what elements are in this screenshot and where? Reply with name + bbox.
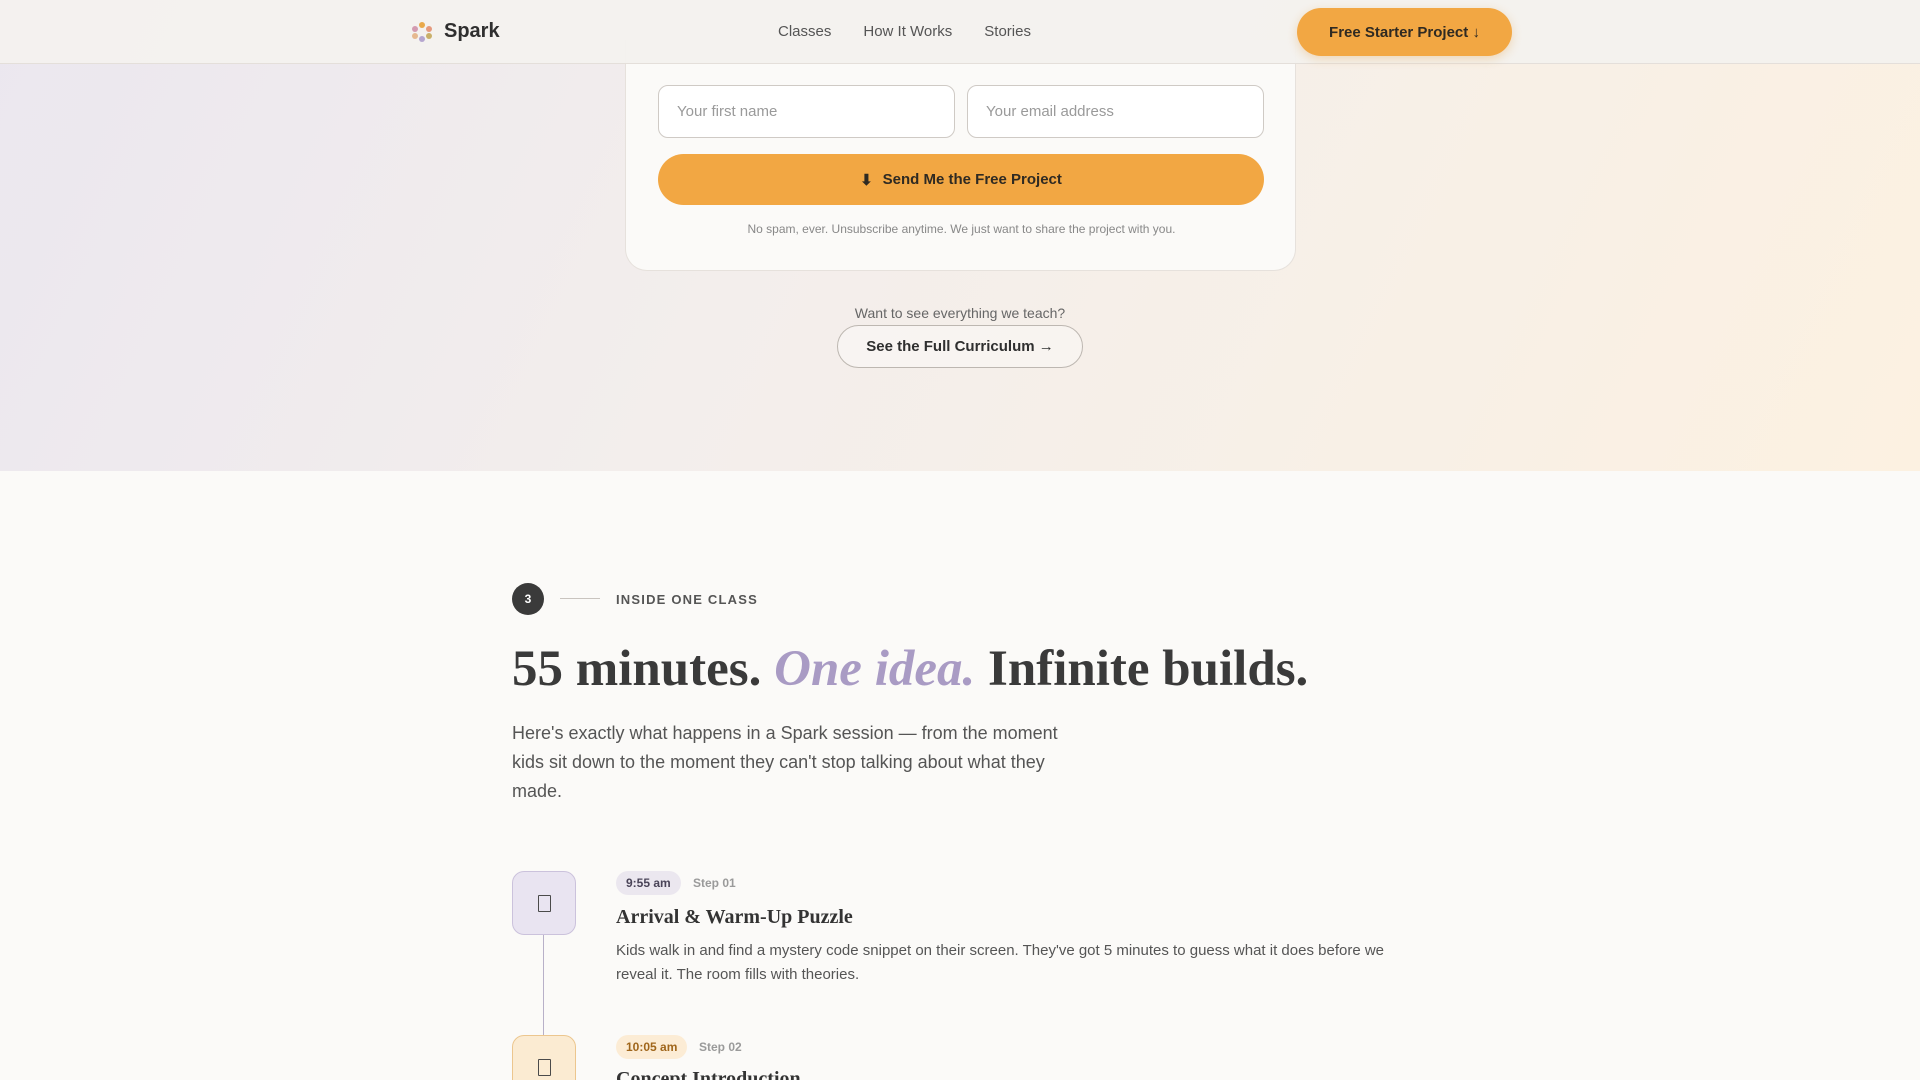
timeline-title: Concept Introduction xyxy=(616,1068,801,1080)
nav-link-stories[interactable]: Stories xyxy=(984,23,1031,40)
first-name-input[interactable] xyxy=(658,85,955,138)
headline-part-a: 55 minutes. xyxy=(512,641,775,697)
free-starter-project-button[interactable]: Free Starter Project ↓ xyxy=(1297,8,1512,56)
headline-emphasis: One idea. xyxy=(774,641,976,697)
privacy-note: No spam, ever. Unsubscribe anytime. We j… xyxy=(747,222,1176,236)
send-free-project-button[interactable]: ⬇ Send Me the Free Project xyxy=(658,154,1264,205)
lightbulb-icon xyxy=(512,1035,576,1080)
submit-label: Send Me the Free Project xyxy=(882,171,1062,188)
top-nav: Spark Classes How It Works Stories Free … xyxy=(0,0,1920,64)
signup-card: ⬇ Send Me the Free Project No spam, ever… xyxy=(625,40,1296,271)
timeline-step: Step 01 xyxy=(693,876,736,890)
brand-name: Spark xyxy=(444,20,500,42)
section-headline: 55 minutes. One idea. Infinite builds. xyxy=(512,640,1308,698)
timeline-description: Kids walk in and find a mystery code sni… xyxy=(616,942,1385,983)
timeline-time: 9:55 am xyxy=(616,871,681,895)
curriculum-question: Want to see everything we teach? xyxy=(854,305,1066,321)
puzzle-icon xyxy=(512,871,576,935)
timeline-step: Step 02 xyxy=(699,1040,742,1054)
full-curriculum-button[interactable]: See the Full Curriculum → xyxy=(837,325,1083,368)
timeline-title: Arrival & Warm-Up Puzzle xyxy=(616,906,853,928)
nav-link-classes[interactable]: Classes xyxy=(778,23,831,40)
email-input[interactable] xyxy=(967,85,1264,138)
timeline-time: 10:05 am xyxy=(616,1035,688,1059)
section-number-badge: 3 xyxy=(512,583,544,615)
download-icon: ⬇ xyxy=(860,171,873,189)
section-divider xyxy=(560,598,600,599)
timeline-connector xyxy=(543,935,544,1035)
nav-links: Classes How It Works Stories xyxy=(778,23,1031,40)
section-label: INSIDE ONE CLASS xyxy=(616,592,758,607)
nav-link-how-it-works[interactable]: How It Works xyxy=(863,23,952,40)
headline-part-b: Infinite builds. xyxy=(975,641,1309,697)
spark-logo-icon xyxy=(412,21,432,42)
section-lede: Here's exactly what happens in a Spark s… xyxy=(512,723,1058,801)
brand[interactable]: Spark xyxy=(412,20,500,43)
